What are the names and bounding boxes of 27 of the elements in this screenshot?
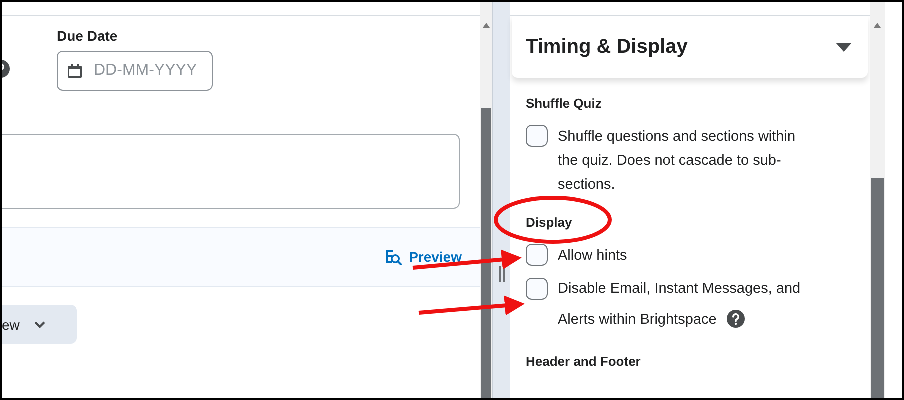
chevron-down-icon — [34, 320, 46, 328]
scrollbar-thumb[interactable] — [481, 108, 491, 398]
checkbox[interactable] — [526, 125, 548, 147]
caret-icon — [836, 42, 852, 52]
section-heading: Display — [526, 215, 574, 230]
checkbox[interactable] — [526, 244, 548, 266]
text-area[interactable] — [2, 134, 460, 209]
date-field[interactable]: DD-MM-YYYY — [57, 51, 213, 91]
checkbox[interactable] — [526, 278, 548, 300]
help-icon[interactable] — [726, 310, 745, 328]
section-heading: Header and Footer — [526, 354, 642, 369]
calendar-icon — [67, 63, 83, 79]
grip-icon — [498, 266, 504, 282]
document-search-icon — [385, 248, 402, 266]
dropdown-button[interactable]: ew — [2, 305, 77, 344]
scroll-up-icon[interactable] — [482, 23, 490, 28]
splitter[interactable] — [492, 2, 510, 398]
panel-header[interactable]: Timing & Display — [512, 16, 868, 78]
option-label: Shuffle questions and sections within the quiz. Does not cascade to sub-sections. — [558, 128, 797, 195]
preview-link[interactable]: Preview — [385, 248, 462, 266]
option-label: Disable Email, Instant Messages, and Alerts within Brightspace — [558, 280, 802, 330]
option-label: Allow hints — [558, 247, 628, 266]
panel-title: Timing & Display — [526, 36, 688, 58]
scrollbar-thumb[interactable] — [871, 178, 884, 398]
section-heading: Shuffle Quiz — [526, 96, 603, 111]
scroll-up-icon[interactable] — [874, 23, 881, 28]
field-label: Due Date — [57, 28, 119, 44]
